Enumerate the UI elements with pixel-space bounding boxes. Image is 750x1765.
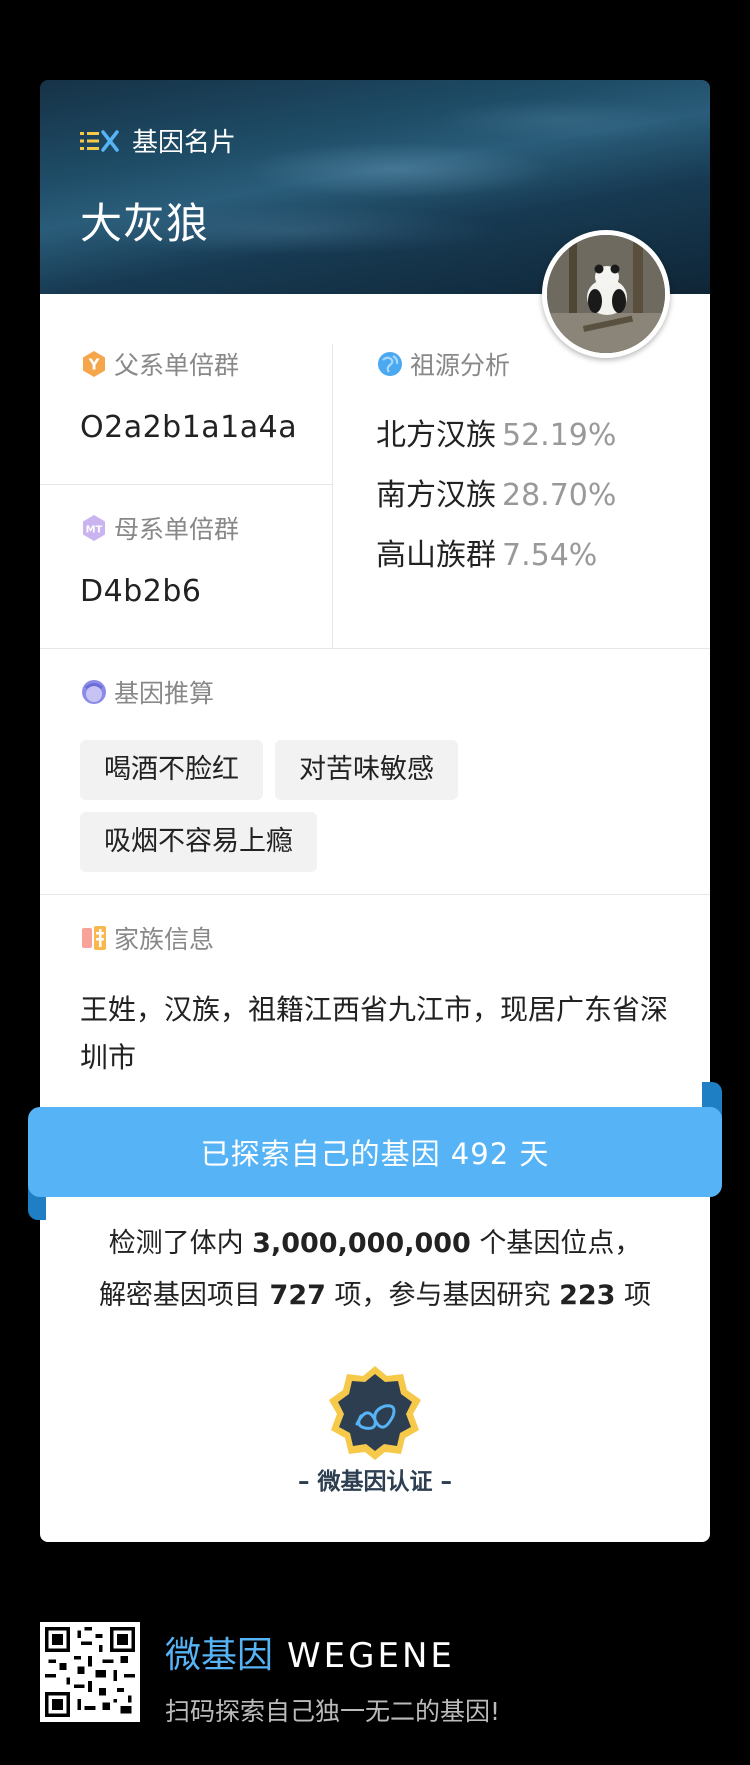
traits-title-label: 基因推算 [114, 679, 215, 708]
paternal-title-label: 父系单倍群 [114, 351, 240, 380]
family-title-label: 家族信息 [114, 925, 215, 954]
paternal-haplogroup-section: Y 父系单倍群 O2a2b1a1a4a [80, 346, 297, 445]
section-divider [40, 648, 710, 649]
trait-tag[interactable]: 对苦味敏感 [275, 740, 458, 800]
maternal-haplogroup-value: D4b2b6 [80, 574, 202, 609]
paternal-haplogroup-value: O2a2b1a1a4a [80, 410, 298, 445]
svg-text:Y: Y [88, 356, 101, 374]
traits-title: 基因推算 [80, 674, 680, 710]
qr-code[interactable] [40, 1622, 140, 1722]
user-avatar[interactable] [542, 230, 670, 358]
certification-badge-icon [329, 1366, 421, 1460]
stats-text: 解密基因项目 [98, 1280, 270, 1311]
brand-label: 基因名片 [132, 128, 237, 158]
maternal-title-label: 母系单倍群 [114, 515, 240, 544]
ancestry-section: 祖源分析 北方汉族 52.19% 南方汉族 28.70% 高山族群 7.54% [376, 346, 616, 586]
gene-stats: 检测了体内 3,000,000,000 个基因位点， 解密基因项目 727 项，… [0, 1218, 750, 1322]
footer-brand-en: WEGENE [287, 1636, 455, 1676]
stats-text: 项，参与基因研究 [325, 1280, 560, 1311]
stats-text: 项 [615, 1280, 652, 1311]
ancestry-item: 南方汉族 28.70% [376, 466, 616, 526]
footer-brand-cn: 微基因 [165, 1635, 274, 1676]
ancestry-item-percent: 28.70% [502, 478, 617, 513]
gene-sites-count: 3,000,000,000 [252, 1228, 471, 1259]
stats-line-sites: 检测了体内 3,000,000,000 个基因位点， [0, 1218, 750, 1270]
maternal-haplogroup-section: MT 母系单倍群 D4b2b6 [80, 510, 239, 609]
ancestry-title-label: 祖源分析 [410, 351, 511, 380]
stats-text: 个基因位点， [470, 1228, 642, 1259]
brand-row: 基因名片 [80, 122, 236, 159]
surname-icon [82, 926, 106, 950]
trait-tag[interactable]: 吸烟不容易上瘾 [80, 812, 317, 872]
family-section: 家族信息 王姓，汉族，祖籍江西省九江市，现居广东省深圳市 [80, 920, 680, 1082]
explore-days-text: 已探索自己的基因 492 天 [200, 1137, 550, 1171]
ancestry-item-name: 高山族群 [376, 538, 496, 573]
studies-count: 223 [559, 1280, 616, 1311]
stats-line-projects: 解密基因项目 727 项，参与基因研究 223 项 [0, 1270, 750, 1322]
explore-days-ribbon: 已探索自己的基因 492 天 [28, 1107, 722, 1197]
column-divider [332, 344, 333, 648]
section-divider [40, 894, 710, 895]
traits-face-icon [82, 680, 106, 704]
qr-code-icon [45, 1627, 135, 1717]
footer-slogan: 扫码探索自己独一无二的基因! [165, 1697, 501, 1726]
paternal-title: Y 父系单倍群 [80, 346, 297, 382]
haplogroup-divider [40, 484, 332, 485]
ancestry-item: 北方汉族 52.19% [376, 406, 616, 466]
trait-tag-list: 喝酒不脸红 对苦味敏感 吸烟不容易上瘾 [80, 740, 680, 872]
maternal-title: MT 母系单倍群 [80, 510, 239, 546]
family-title: 家族信息 [80, 920, 680, 956]
paternal-y-icon: Y [83, 351, 105, 377]
projects-count: 727 [269, 1280, 326, 1311]
stats-text: 检测了体内 [108, 1228, 253, 1259]
ancestry-item: 高山族群 7.54% [376, 526, 616, 586]
ancestry-item-percent: 52.19% [502, 418, 617, 453]
ancestry-globe-icon [378, 352, 402, 376]
ancestry-item-name: 北方汉族 [376, 418, 496, 453]
family-info-text: 王姓，汉族，祖籍江西省九江市，现居广东省深圳市 [80, 993, 669, 1074]
user-name: 大灰狼 [80, 199, 210, 248]
card-body: Y 父系单倍群 O2a2b1a1a4a MT 母系单倍群 D4b2b6 祖源分析… [40, 294, 710, 1542]
ancestry-list: 北方汉族 52.19% 南方汉族 28.70% 高山族群 7.54% [376, 406, 616, 586]
maternal-mt-icon: MT [83, 515, 105, 541]
wegene-logo-icon [80, 129, 119, 152]
certification-label: – 微基因认证 – [297, 1469, 452, 1495]
panda-photo-icon [547, 235, 665, 353]
footer-brand: 微基因 WEGENE [165, 1626, 455, 1678]
ancestry-item-name: 南方汉族 [376, 478, 496, 513]
trait-tag[interactable]: 喝酒不脸红 [80, 740, 263, 800]
ancestry-item-percent: 7.54% [502, 538, 598, 573]
svg-text:MT: MT [86, 525, 103, 536]
traits-section: 基因推算 喝酒不脸红 对苦味敏感 吸烟不容易上瘾 [80, 674, 680, 872]
